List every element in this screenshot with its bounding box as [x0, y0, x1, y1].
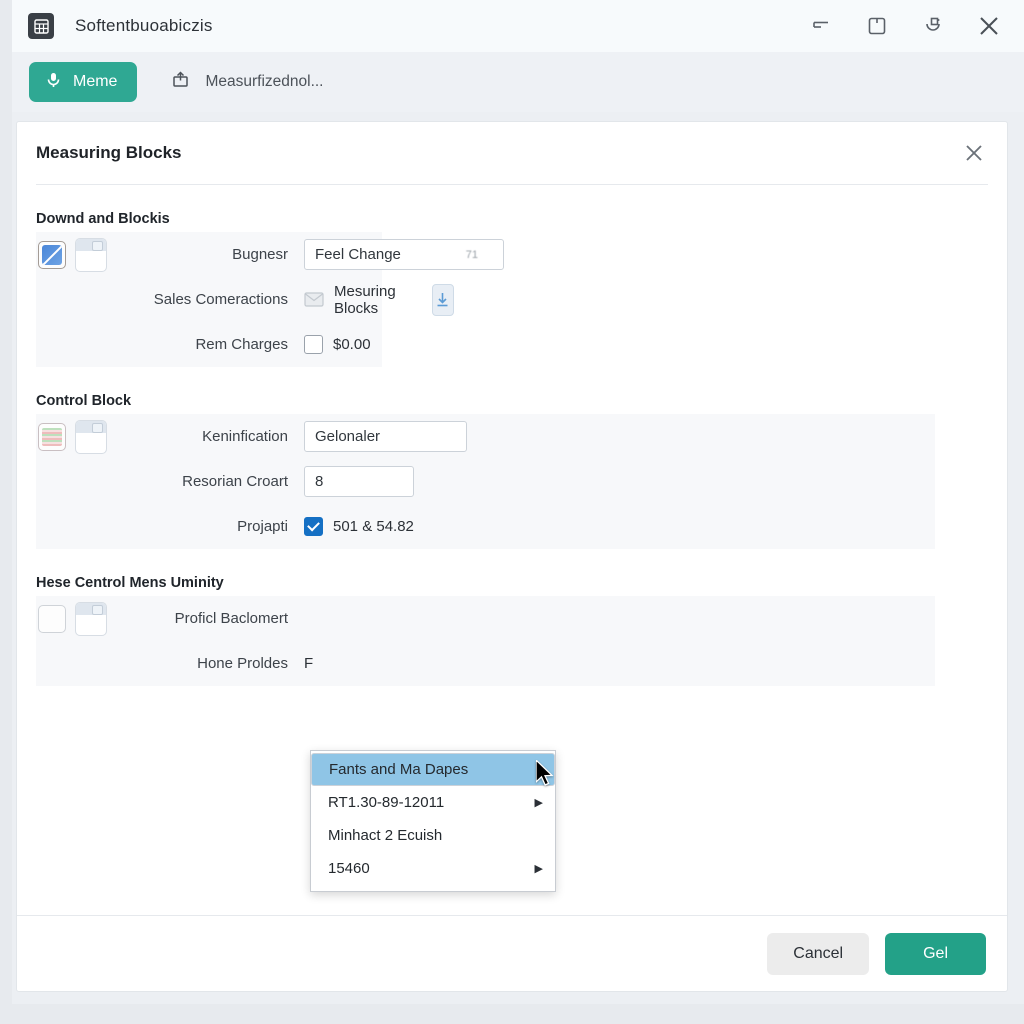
form-row: Rem Charges $0.00: [36, 322, 382, 367]
projapti-value: 501 & 54.82: [333, 518, 414, 535]
menu-item-label: RT1.30-89-12011: [328, 794, 445, 811]
submenu-arrow-icon: ▶: [534, 797, 543, 809]
section-block-1: Bugnesr Feel Change 71 Sales Comeraction…: [36, 232, 504, 367]
dialog-footer: Cancel Gel: [17, 915, 1007, 991]
application-window: Softentbuoabiczis Meme Measurfizednol...…: [0, 0, 1024, 1024]
section-title-control-block: Control Block: [36, 393, 132, 409]
menu-item[interactable]: Fants and Ma Dapes: [311, 753, 555, 786]
menu-item[interactable]: Minhact 2 Ecuish: [311, 819, 555, 852]
field-label: Hone Proldes: [197, 655, 288, 672]
mail-icon: [304, 292, 324, 307]
download-icon[interactable]: [432, 283, 454, 316]
edit-tile-icon[interactable]: [38, 240, 66, 269]
window-controls: [804, 9, 1024, 43]
tab-label: Measurfizednol...: [205, 73, 324, 90]
form-row: Keninfication Gelonaler: [36, 414, 935, 459]
field-label: Sales Comeractions: [153, 291, 288, 308]
form-row: Bugnesr Feel Change 71: [36, 232, 504, 277]
restore-icon[interactable]: [916, 9, 950, 43]
window-title: Softentbuoabiczis: [75, 16, 213, 35]
menu-item-label: Minhact 2 Ecuish: [328, 827, 443, 844]
close-icon[interactable]: [972, 9, 1006, 43]
mouse-cursor-icon: [535, 758, 556, 795]
align-left-icon[interactable]: [804, 9, 838, 43]
empty-tile-icon[interactable]: [38, 604, 66, 633]
field-label: Keninfication: [202, 428, 288, 445]
field-label: Rem Charges: [195, 336, 288, 353]
grid-icon: [28, 13, 54, 39]
submenu-arrow-icon: ▶: [534, 863, 543, 875]
menu-item-label: Fants and Ma Dapes: [329, 761, 469, 778]
projapti-checkbox[interactable]: [304, 517, 323, 536]
field-label: Resorian Croart: [182, 473, 288, 490]
window-bottom-edge: [0, 1004, 1024, 1024]
document-icon[interactable]: [75, 419, 107, 454]
section-title-downd-and-blockis: Downd and Blockis: [36, 211, 170, 227]
keninfication-select[interactable]: Gelonaler: [304, 421, 467, 452]
keninfication-select-wrap: Gelonaler: [304, 421, 467, 452]
row-gutter: [36, 237, 118, 272]
measuring-blocks-dialog: Measuring Blocks Downd and Blockis Bugne…: [16, 121, 1008, 992]
cancel-button[interactable]: Cancel: [767, 932, 870, 975]
row-gutter: [36, 601, 118, 636]
form-row: Projapti 501 & 54.82: [36, 504, 935, 549]
dialog-body: Downd and Blockis Bugnesr Feel Change 71: [17, 211, 1007, 892]
meme-button-label: Meme: [73, 73, 118, 90]
row-gutter: [36, 419, 118, 454]
window-left-edge: [0, 0, 12, 1024]
menu-item-label: 15460: [328, 860, 370, 877]
rem-charges-value: $0.00: [333, 336, 371, 353]
dialog-close-icon[interactable]: [959, 138, 989, 168]
field-control: $0.00: [304, 335, 371, 354]
microphone-icon: [45, 71, 62, 94]
form-row: Hone Proldes F: [36, 641, 935, 686]
form-row: Resorian Croart 8: [36, 459, 935, 504]
field-control: Gelonaler: [304, 421, 467, 452]
resorian-croart-select-wrap: 8: [304, 466, 414, 497]
field-label: Bugnesr: [232, 246, 288, 263]
dialog-divider: [36, 184, 988, 185]
rem-charges-checkbox[interactable]: [304, 335, 323, 354]
upload-icon: [171, 70, 190, 94]
context-menu: Fants and Ma Dapes RT1.30-89-12011 ▶ Min…: [310, 750, 556, 892]
form-row: Sales Comeractions Mesuring Blocks: [36, 277, 454, 322]
bugnesr-select[interactable]: Feel Change: [304, 239, 504, 270]
field-control: Mesuring Blocks: [304, 283, 454, 317]
bugnesr-select-wrap: Feel Change 71: [304, 239, 504, 270]
form-row: Proficl Baclomert: [36, 596, 935, 641]
tab-measurfizednol[interactable]: Measurfizednol...: [171, 70, 323, 94]
confirm-button[interactable]: Gel: [885, 932, 986, 975]
dialog-header: Measuring Blocks: [17, 122, 1007, 184]
field-label: Proficl Baclomert: [174, 610, 288, 627]
field-control: F: [304, 655, 313, 672]
resorian-croart-select[interactable]: 8: [304, 466, 414, 497]
meme-button[interactable]: Meme: [29, 62, 138, 102]
spreadsheet-tile-icon[interactable]: [38, 422, 66, 451]
save-box-icon[interactable]: [860, 9, 894, 43]
field-control: 501 & 54.82: [304, 517, 414, 536]
field-control: 8: [304, 466, 414, 497]
section-title-hese-centrol-mens-uminity: Hese Centrol Mens Uminity: [36, 575, 224, 591]
hone-proldes-partial-value: F: [304, 655, 314, 672]
field-label: Projapti: [237, 518, 288, 535]
menu-item[interactable]: 15460 ▶: [311, 852, 555, 885]
mesuring-blocks-value: Mesuring Blocks: [334, 282, 396, 317]
toolbar: Meme Measurfizednol...: [12, 52, 1024, 112]
menu-item[interactable]: RT1.30-89-12011 ▶: [311, 786, 555, 819]
section-block-3: Proficl Baclomert Hone Proldes F: [36, 596, 935, 686]
document-icon[interactable]: [75, 601, 107, 636]
title-bar: Softentbuoabiczis: [12, 0, 1024, 52]
document-icon[interactable]: [75, 237, 107, 272]
section-block-2: Keninfication Gelonaler Resorian Croart: [36, 414, 935, 549]
dialog-title: Measuring Blocks: [36, 143, 182, 162]
field-control: Feel Change 71: [304, 239, 504, 270]
